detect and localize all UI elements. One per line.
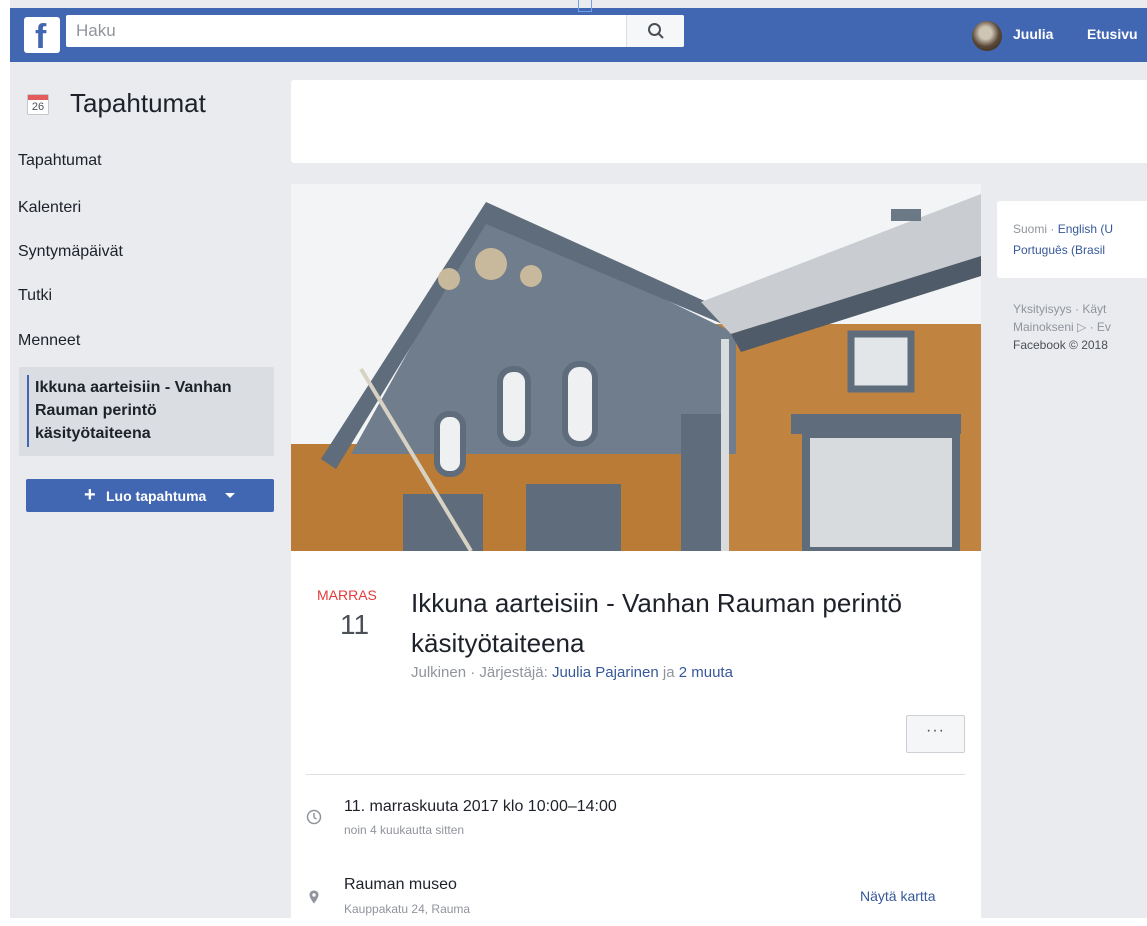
top-navigation-bar: f Juulia Etusivu [10,8,1147,62]
language-english-link[interactable]: English (U [1058,222,1113,236]
sidebar-item-discover[interactable]: Tutki [18,287,52,305]
profile-link[interactable]: Juulia [1013,26,1053,42]
language-line-1: Suomi · English (U [1013,222,1113,236]
language-current: Suomi [1013,222,1048,236]
organizer-conjunction: ja [662,664,675,681]
location-pin-icon [309,890,319,904]
event-date-day: 11 [340,609,370,640]
facebook-logo-letter: f [35,18,47,53]
divider [306,774,965,775]
avatar[interactable] [972,21,1002,51]
sidebar-item-calendar[interactable]: Kalenteri [18,199,81,217]
search-button[interactable] [626,15,684,47]
cover-photo-image [291,184,981,551]
event-time: 11. marraskuuta 2017 klo 10:00–14:00 [344,798,617,815]
language-card: Suomi · English (U Português (Brasil [997,201,1147,278]
caret-down-icon [225,493,235,498]
facebook-logo[interactable]: f [24,17,60,53]
composer-card [291,80,1147,163]
event-card: MARRAS 11 Ikkuna aarteisiin - Vanhan Rau… [291,184,981,918]
show-map-link[interactable]: Näytä kartta [860,888,935,904]
calendar-icon-day: 26 [31,101,45,113]
organizer-prefix: Järjestäjä: [479,664,548,681]
sidebar-item-birthdays[interactable]: Syntymäpäivät [18,243,123,261]
event-meta: Julkinen · Järjestäjä: Juulia Pajarinen … [411,664,733,681]
more-options-icon: ··· [926,722,945,739]
more-options-button[interactable]: ··· [906,715,965,753]
sidebar-item-past[interactable]: Menneet [18,332,80,350]
search-box [66,15,684,47]
footer-links-line-2[interactable]: Mainokseni ▷ · Ev [1013,320,1111,334]
sidebar-item-active-event-label: Ikkuna aarteisiin - Vanhan Rauman perint… [35,379,232,442]
sidebar-item-active-event[interactable]: Ikkuna aarteisiin - Vanhan Rauman perint… [19,367,274,456]
event-visibility: Julkinen [411,664,467,681]
create-event-button[interactable]: + Luo tapahtuma [26,479,274,512]
focus-marker [578,0,592,12]
event-cover-photo [291,184,981,551]
other-organizers-link[interactable]: 2 muuta [679,664,733,681]
page-title: Tapahtumat [70,88,206,118]
clock-icon [306,809,322,825]
copyright: Facebook © 2018 [1013,338,1108,352]
organizer-link[interactable]: Juulia Pajarinen [552,664,659,681]
event-time-relative: noin 4 kuukautta sitten [344,823,465,837]
meta-separator: · [470,664,480,681]
active-indicator [27,375,29,447]
home-link[interactable]: Etusivu [1087,26,1138,42]
language-portuguese-link[interactable]: Português (Brasil [1013,243,1105,257]
language-separator: · [1050,222,1058,236]
calendar-icon: 26 [27,94,49,115]
sidebar-item-events[interactable]: Tapahtumat [18,152,102,170]
plus-icon: + [84,484,96,506]
event-title: Ikkuna aarteisiin - Vanhan Rauman perint… [411,588,902,658]
event-location-name[interactable]: Rauman museo [344,876,457,894]
event-location-address: Kauppakatu 24, Rauma [344,902,471,916]
search-icon [648,23,664,39]
search-input[interactable] [66,15,632,47]
create-event-label: Luo tapahtuma [106,488,207,504]
event-date-month: MARRAS [317,587,377,603]
footer-links-line-1[interactable]: Yksityisyys · Käyt [1013,302,1106,316]
page: f Juulia Etusivu 26 Tapahtumat Tapahtuma… [10,0,1147,918]
